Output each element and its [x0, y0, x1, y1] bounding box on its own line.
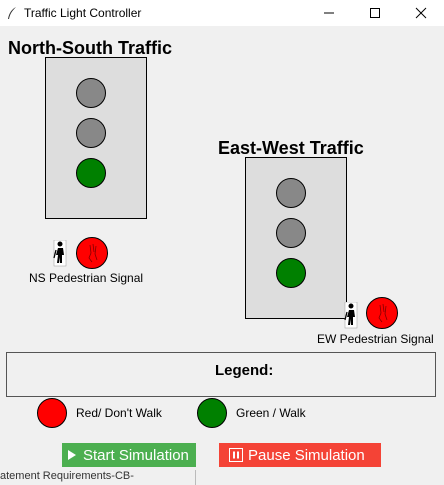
legend-title: Legend:: [215, 362, 274, 379]
close-icon: [415, 7, 427, 19]
background-window-divider: [195, 470, 196, 485]
play-icon: [68, 450, 76, 460]
dont-walk-hand-icon: [378, 303, 388, 323]
legend-green-label: Green / Walk: [236, 406, 306, 420]
ew-pedestrian-light: [366, 297, 398, 329]
start-simulation-label: Start Simulation: [83, 446, 189, 464]
legend-red-label: Red/ Don't Walk: [76, 406, 162, 420]
pause-simulation-button[interactable]: Pause Simulation: [219, 443, 381, 467]
ns-pedestrian-light: [76, 237, 108, 269]
background-window-text: atement Requirements-CB-: [0, 470, 134, 482]
start-simulation-button[interactable]: Start Simulation: [62, 443, 196, 467]
ns-yellow-lamp: [76, 118, 106, 148]
ns-red-lamp: [76, 78, 106, 108]
ew-pedestrian-label: EW Pedestrian Signal: [317, 332, 434, 346]
ns-pedestrian-label: NS Pedestrian Signal: [29, 271, 144, 285]
ew-yellow-lamp: [276, 218, 306, 248]
ew-red-lamp: [276, 178, 306, 208]
ns-green-lamp: [76, 158, 106, 188]
ew-heading: East-West Traffic: [218, 138, 364, 158]
window-title: Traffic Light Controller: [24, 6, 142, 20]
title-bar: Traffic Light Controller: [0, 0, 444, 26]
maximize-icon: [370, 8, 380, 18]
dont-walk-hand-icon: [88, 243, 98, 263]
maximize-button[interactable]: [352, 0, 398, 26]
ew-traffic-light: [245, 157, 347, 319]
ns-pedestrian-icon: [53, 240, 67, 267]
ns-heading: North-South Traffic: [8, 38, 172, 58]
ew-pedestrian-icon: [344, 302, 358, 329]
pause-icon: [229, 448, 243, 462]
ns-traffic-light: [45, 57, 147, 219]
pause-simulation-label: Pause Simulation: [248, 446, 365, 464]
ew-green-lamp: [276, 258, 306, 288]
feather-icon: [8, 7, 16, 19]
legend-red-dot: [37, 398, 67, 428]
minimize-icon: [324, 12, 334, 14]
close-button[interactable]: [398, 0, 444, 26]
minimize-button[interactable]: [306, 0, 352, 26]
legend-green-dot: [197, 398, 227, 428]
